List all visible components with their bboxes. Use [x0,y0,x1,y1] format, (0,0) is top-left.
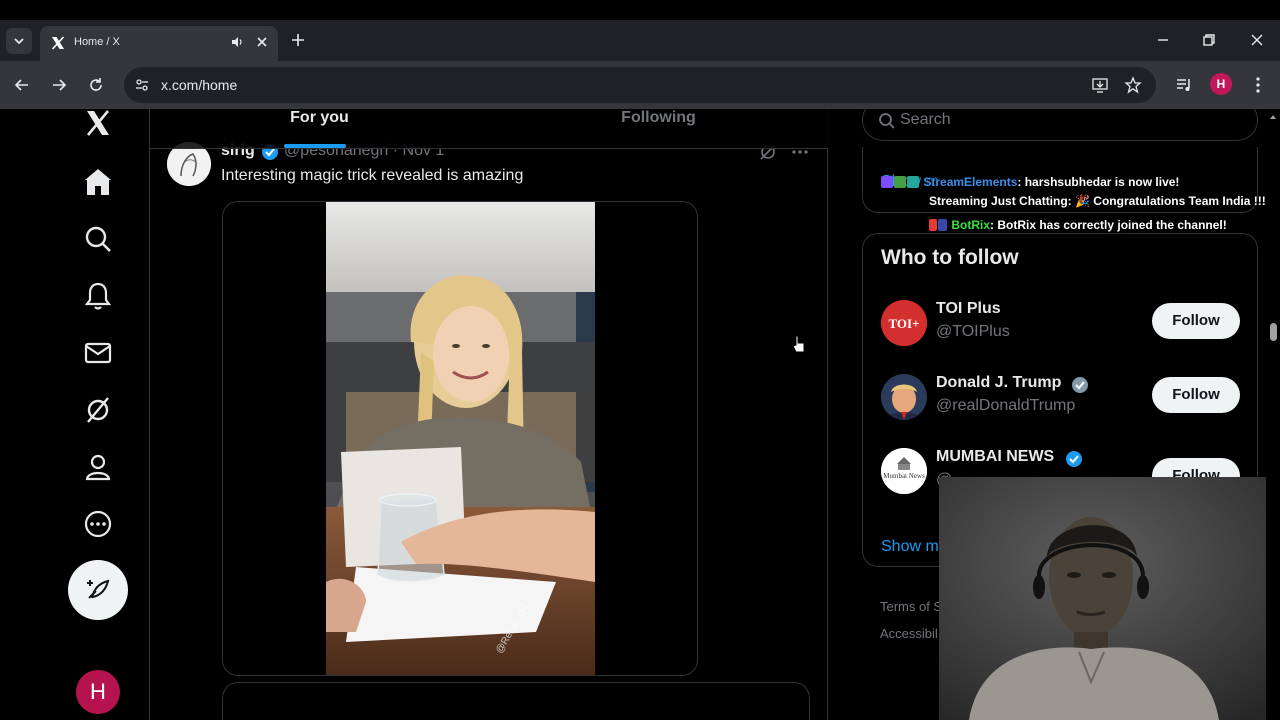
footer-link-terms[interactable]: Terms of S [880,593,942,620]
footer-links: Terms of S Accessibil [880,593,942,647]
wrench-badge-icon [938,219,947,231]
video-thumbnail-image: @ReLa...gi1 [326,202,595,675]
account-avatar[interactable]: H [76,670,120,714]
post[interactable]: sirig @pesonanegri · Nov 1 Interesting m… [150,139,828,679]
trump-portrait-image [881,374,927,420]
chat-message: BotRix: BotRix has correctly joined the … [929,218,1227,232]
chat-username: StreamElements [923,175,1018,189]
account-handle[interactable]: @realDonaldTrump [936,397,1075,415]
verified-badge-icon [1066,451,1082,467]
page-scrollbar[interactable] [1266,109,1280,720]
browser-profile-avatar[interactable]: H [1210,73,1232,95]
chat-text: Streaming Just Chatting: 🎉 Congratulatio… [929,194,1266,208]
follow-button[interactable]: Follow [1152,303,1240,339]
speaker-icon[interactable] [230,35,244,49]
close-tab-icon[interactable] [254,34,270,50]
who-to-follow-title: Who to follow [881,246,1019,269]
account-name[interactable]: Donald J. Trump [936,374,1061,392]
active-tab-indicator [284,144,346,148]
youtube-badge-icon [929,219,937,231]
feather-plus-icon [87,579,110,599]
chat-text: : BotRix has correctly joined the channe… [990,218,1227,232]
screen-top-bar [0,0,1280,20]
webcam-overlay [939,477,1280,720]
back-icon[interactable] [12,75,32,95]
home-icon[interactable] [82,166,114,198]
search-icon [879,113,895,129]
feed-tabs: For you Following [150,109,828,149]
search-placeholder: Search [900,111,951,128]
explore-icon[interactable] [82,223,114,255]
search-box[interactable]: Search [862,109,1258,141]
tab-following[interactable]: Following [489,109,828,149]
account-handle[interactable]: @TOIPlus [936,323,1010,341]
x-logo-icon[interactable] [82,109,114,139]
hand-cursor-icon [792,335,805,353]
chat-username: BotRix [951,218,991,232]
forward-icon[interactable] [49,75,69,95]
avatar[interactable] [881,374,927,420]
chevron-down-icon [14,38,24,45]
tab-for-you[interactable]: For you [150,109,489,149]
post-text: Interesting magic trick revealed is amaz… [221,167,524,184]
chat-message: StreamElements: harshsubhedar is now liv… [881,175,1179,189]
messages-icon[interactable] [82,337,114,369]
more-circle-icon[interactable] [82,508,114,540]
avatar[interactable]: TOI+ [881,300,927,346]
account-name[interactable]: TOI Plus [936,300,1001,318]
bookmark-star-icon[interactable] [1124,76,1142,94]
browser-tab-active[interactable]: Home / X [40,26,278,61]
notifications-icon[interactable] [82,280,114,312]
account-name[interactable]: MUMBAI NEWS [936,448,1054,466]
badge-icon [881,176,893,188]
avatar[interactable]: Mumbai News [881,448,927,494]
kebab-menu-icon[interactable] [1248,75,1268,95]
primary-nav: H [60,109,140,720]
site-info-icon[interactable] [134,77,150,93]
follow-suggestion[interactable]: Donald J. Trump @realDonaldTrump Follow [863,374,1259,448]
follow-button[interactable]: Follow [1152,377,1240,413]
x-favicon-icon [51,36,65,50]
follow-suggestion[interactable]: TOI+ TOI Plus @TOIPlus Follow [863,300,1259,374]
mumbai-news-logo-icon: Mumbai News [881,448,927,494]
next-post-card[interactable] [222,682,810,720]
toi-plus-logo-icon: TOI+ [881,300,927,346]
browser-toolbar: x.com/home H [0,61,1280,109]
browser-tabstrip: Home / X [0,20,1280,61]
media-control-icon[interactable] [1174,75,1194,95]
chat-text: : harshsubhedar is now live! [1017,175,1180,189]
compose-post-button[interactable] [68,560,128,620]
install-app-icon[interactable] [1091,76,1109,94]
scroll-thumb[interactable] [1270,323,1277,341]
tab-title: Home / X [74,36,120,48]
chat-message: Streaming Just Chatting: 🎉 Congratulatio… [929,194,1266,208]
url-text[interactable]: x.com/home [161,77,237,93]
new-tab-icon[interactable] [290,32,306,48]
close-window-icon[interactable] [1249,32,1265,48]
badge-icon [894,176,906,188]
video-frame[interactable]: @ReLa...gi1 [326,202,595,675]
tab-search-button[interactable] [6,28,32,54]
reload-icon[interactable] [86,75,106,95]
post-video[interactable]: @ReLa...gi1 [222,201,698,676]
profile-icon[interactable] [82,451,114,483]
grok-icon[interactable] [82,394,114,426]
avatar-text: TOI+ [888,316,919,331]
minimize-icon[interactable] [1155,32,1171,48]
verified-badge-icon [1072,377,1088,393]
webcam-person-image [939,477,1280,720]
restore-icon[interactable] [1201,32,1217,48]
footer-link-accessibility[interactable]: Accessibil [880,620,942,647]
badge-icon [907,176,919,188]
who-to-follow-show-more-link[interactable]: Show m [881,538,939,556]
address-bar[interactable]: x.com/home [124,67,1156,103]
main-feed: For you Following sirig @pesonanegri · N… [149,109,828,720]
avatar-text: Mumbai News [883,472,925,480]
scroll-up-arrow-icon[interactable] [1266,112,1280,122]
